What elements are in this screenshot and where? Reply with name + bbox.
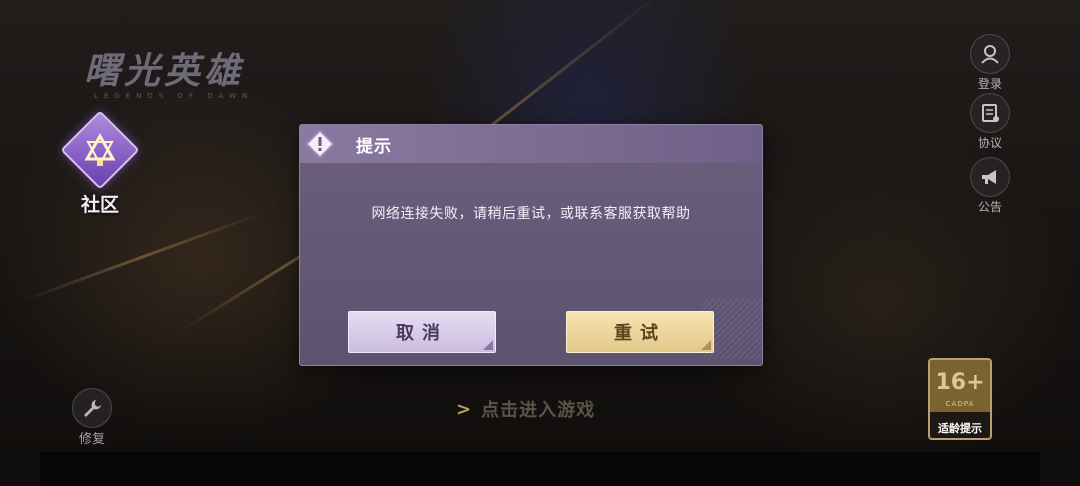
age-rating-org: CADPA bbox=[945, 400, 975, 408]
dialog-title: 提示 bbox=[356, 136, 392, 157]
login-label: 登录 bbox=[977, 77, 1002, 91]
agreement-icon bbox=[970, 93, 1010, 133]
dialog-header: 提示 bbox=[300, 125, 762, 163]
megaphone-icon bbox=[970, 157, 1010, 197]
announcement-button[interactable]: 公告 bbox=[968, 157, 1012, 215]
game-logo: 曙光英雄 LEGENDS OF DAWN bbox=[84, 42, 304, 100]
cancel-label: 取消 bbox=[396, 323, 448, 344]
user-icon bbox=[970, 34, 1010, 74]
wrench-icon bbox=[72, 388, 112, 428]
legal-info-bar bbox=[40, 452, 1040, 486]
start-game-button[interactable]: > 点击进入游戏 bbox=[456, 396, 595, 422]
retry-button[interactable]: 重试 bbox=[566, 311, 714, 353]
repair-button[interactable]: 修复 bbox=[70, 388, 114, 447]
warning-icon bbox=[300, 125, 340, 163]
logo-subtitle: LEGENDS OF DAWN bbox=[94, 92, 254, 100]
age-rating-caption: 适龄提示 bbox=[938, 422, 982, 435]
community-diamond-icon bbox=[60, 110, 140, 190]
agreement-button[interactable]: 协议 bbox=[968, 93, 1012, 151]
network-error-dialog: 提示 网络连接失败，请稍后重试，或联系客服获取帮助 取消 重试 bbox=[299, 124, 763, 366]
community-label: 社区 bbox=[80, 194, 119, 216]
community-button[interactable]: 社区 bbox=[50, 110, 150, 217]
cancel-button[interactable]: 取消 bbox=[348, 311, 496, 353]
announcement-label: 公告 bbox=[977, 200, 1002, 214]
agreement-label: 协议 bbox=[977, 136, 1002, 150]
start-game-label: 点击进入游戏 bbox=[481, 400, 596, 421]
logo-title: 曙光英雄 bbox=[84, 50, 245, 92]
login-button[interactable]: 登录 bbox=[968, 34, 1012, 92]
repair-label: 修复 bbox=[78, 432, 105, 447]
play-arrow-icon: > bbox=[456, 398, 472, 420]
button-corner-decoration bbox=[701, 340, 711, 350]
dialog-message: 网络连接失败，请稍后重试，或联系客服获取帮助 bbox=[371, 206, 691, 222]
retry-label: 重试 bbox=[614, 323, 666, 344]
age-rating-badge[interactable]: 16+ CADPA 适龄提示 bbox=[928, 358, 992, 440]
button-corner-decoration bbox=[483, 340, 493, 350]
